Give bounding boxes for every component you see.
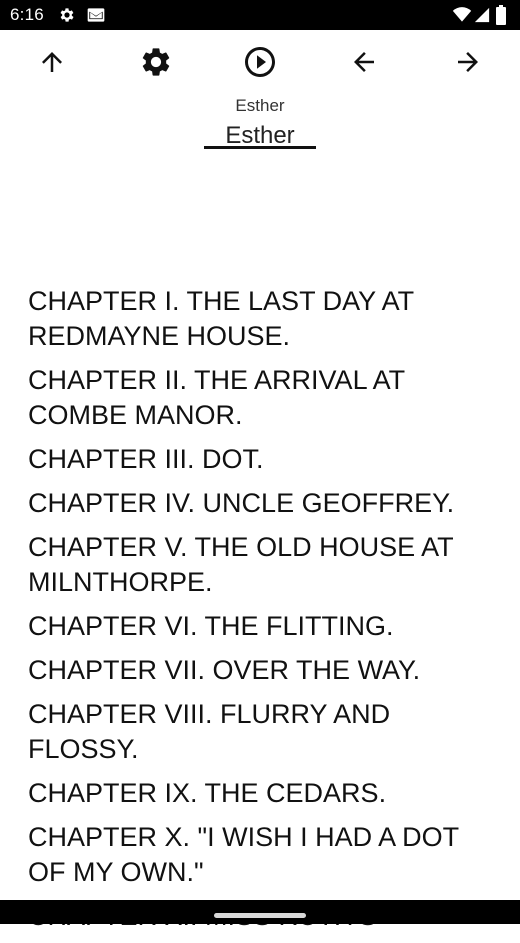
next-button[interactable] <box>440 30 496 94</box>
chapter-item[interactable]: CHAPTER I. THE LAST DAY AT REDMAYNE HOUS… <box>28 284 498 354</box>
chapter-item[interactable]: CHAPTER VI. THE FLITTING. <box>28 609 498 644</box>
settings-button[interactable] <box>128 30 184 94</box>
book-title-large: Esther <box>225 122 295 146</box>
title-underline <box>204 146 316 149</box>
chapter-list: CHAPTER I. THE LAST DAY AT REDMAYNE HOUS… <box>28 284 498 943</box>
settings-icon <box>142 48 170 76</box>
battery-icon <box>496 5 506 25</box>
status-time: 6:16 <box>10 5 44 24</box>
signal-icon <box>474 7 490 23</box>
toolbar <box>0 30 520 94</box>
navigation-bar <box>0 900 520 924</box>
chapter-item[interactable]: CHAPTER IX. THE CEDARS. <box>28 776 498 811</box>
chapter-item[interactable]: CHAPTER VII. OVER THE WAY. <box>28 653 498 688</box>
arrow-forward-icon <box>458 52 478 72</box>
up-button[interactable] <box>24 30 80 94</box>
previous-button[interactable] <box>336 30 392 94</box>
chapter-item[interactable]: CHAPTER II. THE ARRIVAL AT COMBE MANOR. <box>28 363 498 433</box>
wifi-icon <box>452 7 472 22</box>
chapter-item[interactable]: CHAPTER V. THE OLD HOUSE AT MILNTHORPE. <box>28 530 498 600</box>
status-bar: 6:16 <box>0 0 520 30</box>
book-title-small: Esther <box>235 96 285 115</box>
chapter-item[interactable]: CHAPTER VIII. FLURRY AND FLOSSY. <box>28 697 498 767</box>
mail-icon <box>87 8 105 22</box>
arrow-up-icon <box>42 52 62 72</box>
play-icon <box>245 47 275 77</box>
chapter-item[interactable]: CHAPTER IV. UNCLE GEOFFREY. <box>28 486 498 521</box>
chapter-item[interactable]: CHAPTER X. "I WISH I HAD A DOT OF MY OWN… <box>28 820 498 890</box>
arrow-back-icon <box>354 52 374 72</box>
home-gesture-handle[interactable] <box>214 913 306 918</box>
play-button[interactable] <box>232 30 288 94</box>
chapter-item[interactable]: CHAPTER III. DOT. <box>28 442 498 477</box>
gear-icon <box>60 8 74 22</box>
